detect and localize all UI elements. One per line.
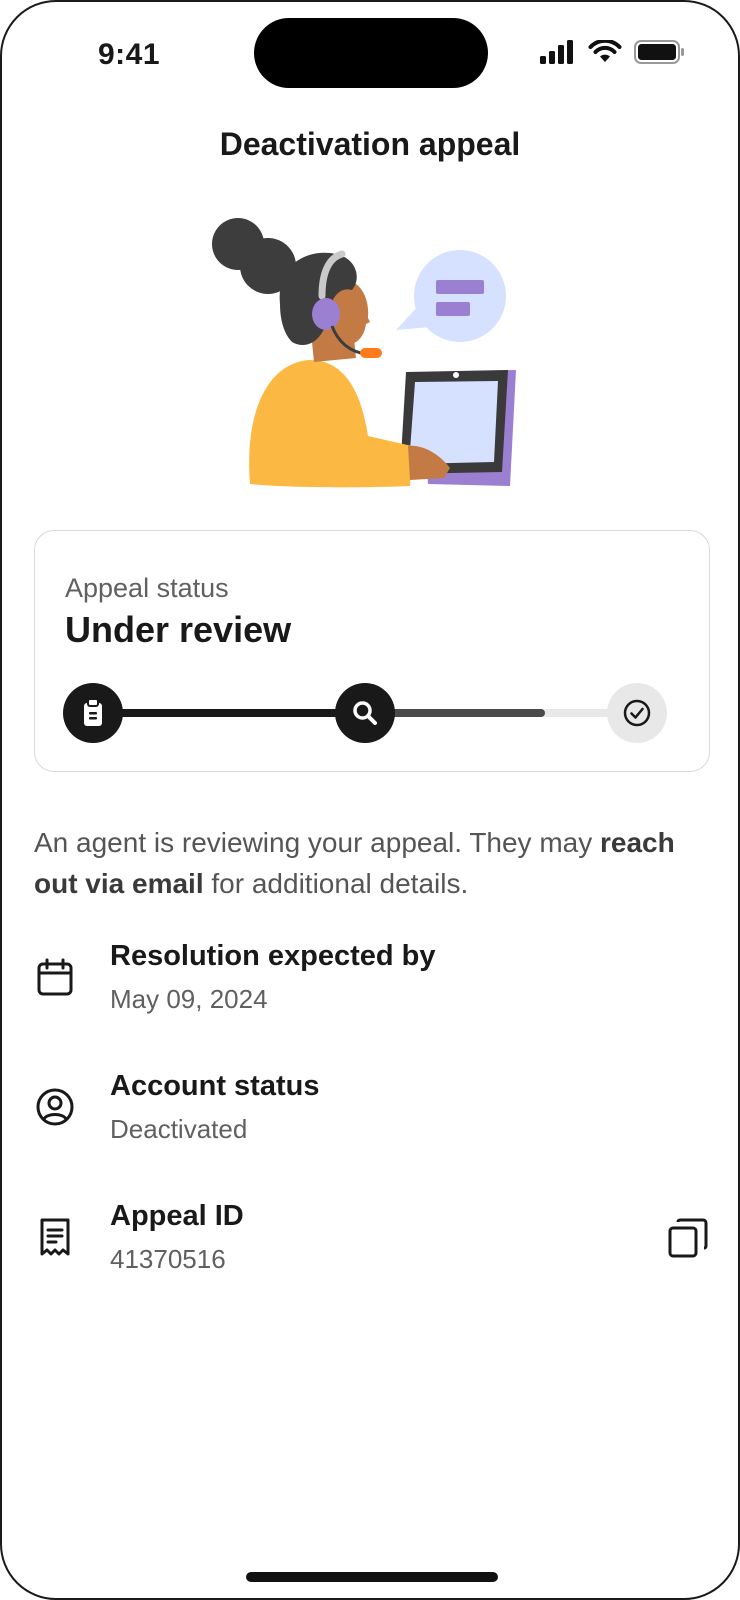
account-status-title: Account status <box>110 1070 320 1102</box>
progress-fill-submitted <box>95 709 375 717</box>
dynamic-island <box>254 18 488 88</box>
receipt-icon <box>40 1218 70 1256</box>
calendar-icon <box>37 958 73 996</box>
appeal-status-value: Under review <box>65 609 292 650</box>
page-title: Deactivation appeal <box>219 126 521 162</box>
step-resolved <box>607 683 667 743</box>
clipboard-icon <box>84 698 102 726</box>
appeal-id-row: Appeal ID 41370516 <box>34 1200 710 1290</box>
account-status-value: Deactivated <box>110 1114 248 1144</box>
progress-fill-review <box>375 709 545 717</box>
cellular-signal-icon <box>540 40 573 64</box>
status-time: 9:41 <box>98 38 161 71</box>
copy-icon[interactable] <box>666 1216 710 1260</box>
resolution-date-row: Resolution expected by May 09, 2024 <box>34 940 710 1030</box>
account-circle-icon <box>36 1088 74 1126</box>
account-status-row: Account status Deactivated <box>34 1070 710 1160</box>
resolution-date-value: May 09, 2024 <box>110 984 268 1014</box>
appeal-id-value: 41370516 <box>110 1244 226 1274</box>
appeal-status-card: Appeal status Under review <box>34 530 710 772</box>
support-agent-illustration <box>212 218 516 488</box>
search-icon <box>353 701 377 725</box>
step-submitted <box>63 683 123 743</box>
description-text-2: for additional details. <box>203 868 469 899</box>
appeal-id-title: Appeal ID <box>110 1200 244 1232</box>
status-bar: 9:41 <box>2 2 738 102</box>
check-circle-icon <box>623 699 651 727</box>
wifi-icon <box>588 40 622 62</box>
phone-frame: 9:41 Deactivation appeal Appeal status U… <box>0 0 740 1600</box>
appeal-description: An agent is reviewing your appeal. They … <box>34 822 694 904</box>
home-indicator[interactable] <box>246 1572 498 1582</box>
resolution-date-title: Resolution expected by <box>110 940 436 972</box>
battery-icon <box>634 40 684 64</box>
step-in-review <box>335 683 395 743</box>
description-text-1: An agent is reviewing your appeal. They … <box>34 827 601 858</box>
status-icons <box>540 40 686 64</box>
appeal-status-label: Appeal status <box>65 573 229 603</box>
